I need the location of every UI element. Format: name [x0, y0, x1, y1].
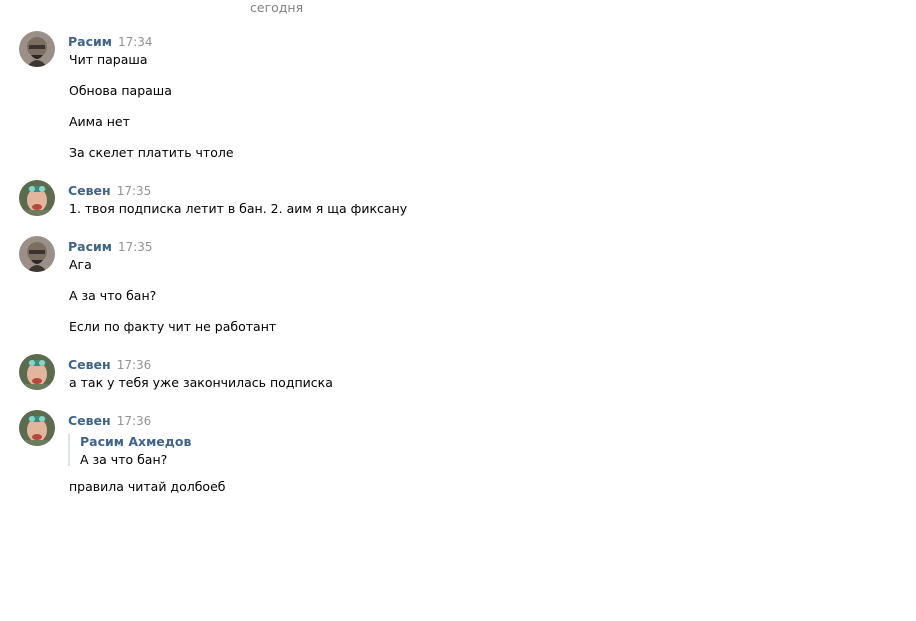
message-text: А за что бан? [69, 288, 157, 303]
user-avatar-rasim-icon[interactable] [19, 236, 55, 272]
message-time[interactable]: 17:34 [118, 35, 153, 49]
user-avatar-seven-icon[interactable] [19, 354, 55, 390]
author-name[interactable]: Севен [68, 357, 111, 372]
message-text: а так у тебя уже закончилась подписка [69, 375, 333, 390]
author-name[interactable]: Расим [68, 34, 112, 49]
user-avatar-seven-icon[interactable] [19, 180, 55, 216]
message-header: Севен 17:36 [68, 413, 151, 428]
message-time[interactable]: 17:36 [117, 358, 152, 372]
message-text: правила читай долбоеб [69, 479, 226, 494]
user-avatar-rasim-icon[interactable] [19, 31, 55, 67]
message-header: Расим 17:35 [68, 239, 153, 254]
message-text: Чит параша [69, 52, 148, 67]
message-header: Расим 17:34 [68, 34, 153, 49]
message-text: Ага [69, 257, 92, 272]
message-text: Если по факту чит не работант [69, 319, 277, 334]
author-name[interactable]: Севен [68, 413, 111, 428]
message-header: Севен 17:36 [68, 357, 151, 372]
author-name[interactable]: Расим [68, 239, 112, 254]
message-time[interactable]: 17:35 [118, 240, 153, 254]
message-text: 1. твоя подписка летит в бан. 2. аим я щ… [69, 201, 408, 216]
message-time[interactable]: 17:36 [117, 414, 152, 428]
reply-text: А за что бан? [80, 452, 168, 467]
message-text: Аима нет [69, 114, 130, 129]
message-header: Севен 17:35 [68, 183, 151, 198]
reply-quote[interactable]: Расим Ахмедов А за что бан? [68, 434, 191, 467]
author-name[interactable]: Севен [68, 183, 111, 198]
user-avatar-seven-icon[interactable] [19, 410, 55, 446]
message-text: Обнова параша [69, 83, 172, 98]
message-time[interactable]: 17:35 [117, 184, 152, 198]
date-divider: сегодня [250, 0, 304, 15]
message-text: За скелет платить чтоле [69, 145, 234, 160]
reply-author[interactable]: Расим Ахмедов [80, 434, 191, 449]
